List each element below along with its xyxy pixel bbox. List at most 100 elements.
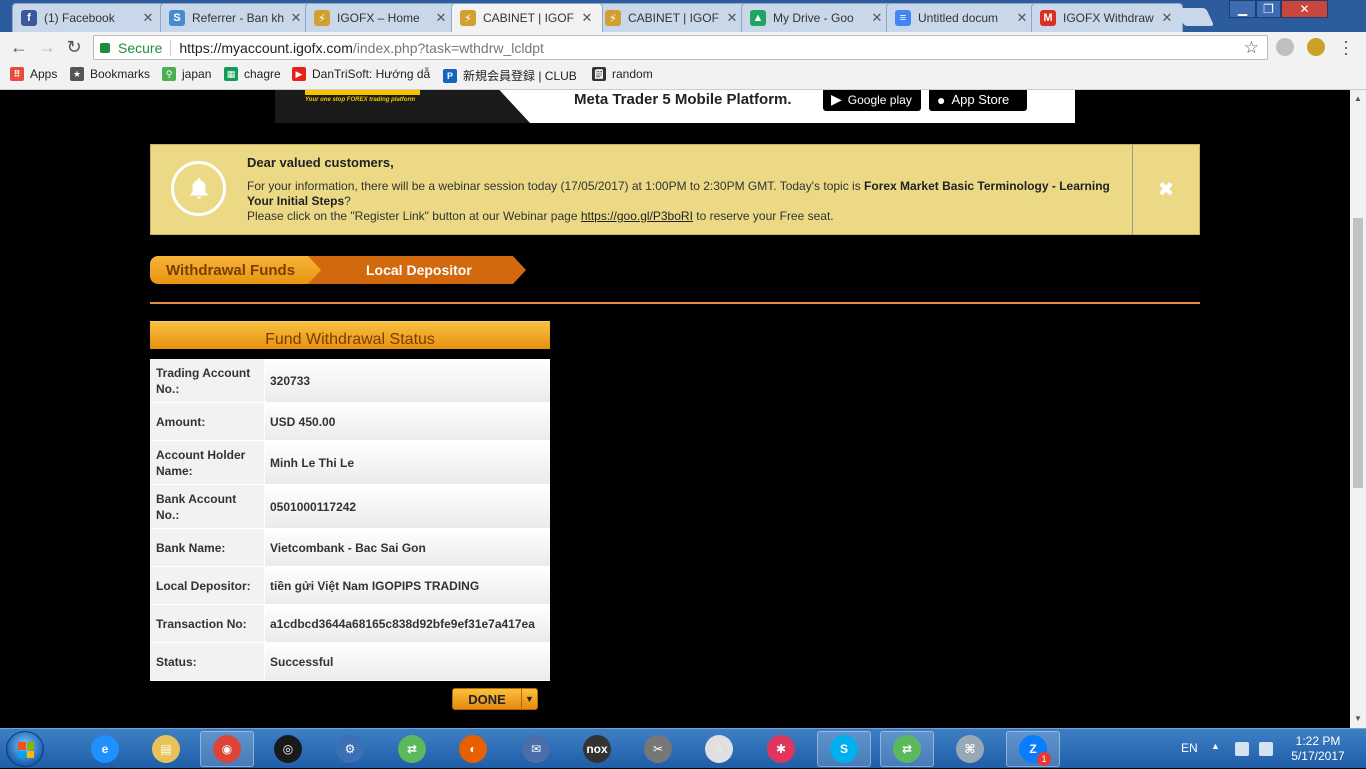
browser-tab[interactable]: ▲ My Drive - Goo ✕ (741, 3, 893, 32)
bookmark-label: chagre (244, 67, 281, 81)
breadcrumb-withdrawal-funds[interactable]: Withdrawal Funds (150, 256, 330, 284)
url-path: /index.php?task=wthdrw_lcldpt (352, 39, 544, 56)
taskbar-app[interactable]: ◐ (446, 731, 500, 767)
volume-icon[interactable] (1259, 742, 1273, 756)
taskbar-app[interactable]: ◉ (200, 731, 254, 767)
bookmark-item[interactable]: ▦ chagre (224, 67, 281, 81)
taskbar-app[interactable]: S (817, 731, 871, 767)
banner-platform-text: Meta Trader 5 Mobile Platform. (574, 91, 792, 108)
random-icon: 🗒 (592, 67, 606, 81)
clock[interactable]: 1:22 PM 5/17/2017 (1282, 734, 1354, 764)
taskbar-app[interactable]: ⇄ (880, 731, 934, 767)
taskbar-app[interactable]: Z1 (1006, 731, 1060, 767)
status-row-value: a1cdbcd3644a68165c838d92bfe9ef31e7a417ea (265, 605, 550, 642)
bookmark-item[interactable]: P 新規会員登録 | CLUB (443, 67, 577, 84)
close-tab-icon[interactable]: ✕ (1015, 10, 1029, 26)
bookmark-label: Apps (30, 67, 58, 81)
teamviewer-running-icon: ⇄ (893, 735, 921, 763)
browser-tab[interactable]: M IGOFX Withdraw ✕ (1031, 3, 1183, 32)
browser-tab[interactable]: ⚡ CABINET | IGOF ✕ (596, 3, 748, 32)
tab-title: CABINET | IGOF (483, 11, 574, 25)
bookmark-label: 新規会員登録 | CLUB (463, 69, 577, 83)
close-tab-icon[interactable]: ✕ (289, 10, 303, 26)
page-scrollbar[interactable]: ▲ ▼ (1350, 90, 1366, 728)
bookmark-item[interactable]: ▶ DanTriSoft: Hướng dẫ (292, 67, 430, 81)
browser-menu-icon[interactable]: · · · (1343, 32, 1349, 62)
taskbar-app[interactable]: ◌ (692, 731, 746, 767)
status-row: Status: Successful (150, 643, 550, 681)
google-play-button[interactable]: ▶ Google play (823, 90, 921, 111)
nox-icon: nox (583, 735, 611, 763)
close-tab-icon[interactable]: ✕ (1160, 10, 1174, 26)
close-tab-icon[interactable]: ✕ (725, 10, 739, 26)
taskbar-app[interactable]: ◎ (261, 731, 315, 767)
taskbar-app[interactable]: e (78, 731, 132, 767)
bookmark-item[interactable]: ⚲ japan (162, 67, 211, 81)
status-row-label: Account Holder Name: (150, 441, 265, 484)
back-button[interactable]: ← (8, 36, 30, 58)
taskbar-app[interactable]: ✱ (754, 731, 808, 767)
page-content: Your one stop FOREX trading platform Met… (0, 90, 1350, 728)
taskbar-app[interactable]: ✂ (631, 731, 685, 767)
close-window-button[interactable]: ✕ (1281, 0, 1328, 18)
close-tab-icon[interactable]: ✕ (870, 10, 884, 26)
android-extension-icon[interactable] (1307, 38, 1325, 56)
done-button[interactable]: DONE ▼ (452, 688, 538, 710)
taskbar-app[interactable]: ⚙ (323, 731, 377, 767)
status-row: Account Holder Name: Minh Le Thi Le (150, 441, 550, 485)
bookmark-item[interactable]: ⠿ Apps (10, 67, 57, 81)
reload-button[interactable]: ↻ (63, 36, 85, 58)
skype-extension-icon[interactable] (1276, 38, 1294, 56)
browser-tab[interactable]: ≡ Untitled docum ✕ (886, 3, 1038, 32)
browser-tab[interactable]: ⚡ CABINET | IGOF ✕ (451, 3, 603, 32)
maximize-button[interactable]: ❐ (1256, 0, 1281, 18)
browser-tab[interactable]: S Referrer - Ban kh ✕ (160, 3, 312, 32)
minimize-button[interactable]: ▁ (1229, 0, 1256, 18)
internet-explorer-icon: e (91, 735, 119, 763)
close-tab-icon[interactable]: ✕ (580, 10, 594, 26)
google-drive-icon: ▲ (750, 10, 766, 26)
forward-button[interactable]: → (36, 36, 58, 58)
taskbar-app[interactable]: nox (570, 731, 624, 767)
taskbar-app[interactable]: ▤ (139, 731, 193, 767)
tab-strip: f (1) Facebook ✕ S Referrer - Ban kh ✕ ⚡ IGOFX … (0, 0, 1366, 32)
status-row: Trading Account No.: 320733 (150, 359, 550, 403)
app-store-button[interactable]: ● App Store (929, 90, 1027, 111)
igofx-icon: ⚡ (605, 10, 621, 26)
scroll-up-icon[interactable]: ▲ (1354, 94, 1362, 103)
bug-app-icon: ✱ (767, 735, 795, 763)
taskbar-app[interactable]: ⌘ (943, 731, 997, 767)
status-row: Amount: USD 450.00 (150, 403, 550, 441)
scroll-down-icon[interactable]: ▼ (1354, 714, 1362, 723)
status-row-label: Status: (150, 643, 265, 680)
close-tab-icon[interactable]: ✕ (434, 10, 448, 26)
browser-tab[interactable]: f (1) Facebook ✕ (12, 3, 164, 32)
address-bar[interactable]: Secure https://myaccount.igofx.com /inde… (93, 35, 1268, 60)
taskbar-app[interactable]: ✉ (509, 731, 563, 767)
google-docs-icon: ≡ (895, 10, 911, 26)
network-icon[interactable] (1235, 742, 1249, 756)
scrollbar-thumb[interactable] (1353, 218, 1363, 488)
igofx-icon: ⚡ (314, 10, 330, 26)
close-tab-icon[interactable]: ✕ (141, 10, 155, 26)
bookmark-item[interactable]: ★ Bookmarks (70, 67, 150, 81)
gmail-icon: M (1040, 10, 1056, 26)
status-row: Transaction No: a1cdbcd3644a68165c838d92b… (150, 605, 550, 643)
bookmark-label: japan (182, 67, 212, 81)
status-row-value: 320733 (265, 359, 550, 402)
bookmark-star-icon[interactable]: ☆ (1244, 38, 1259, 58)
parking-icon: P (443, 68, 457, 83)
language-indicator[interactable]: EN (1181, 741, 1198, 755)
webinar-link[interactable]: https://goo.gl/P3boRI (581, 209, 693, 223)
show-hidden-icons[interactable]: ▲ (1211, 741, 1220, 751)
close-notice-icon[interactable]: ✖ (1132, 145, 1199, 234)
windows-logo-icon (18, 742, 34, 758)
notice-title: Dear valued customers, (247, 155, 394, 170)
taskbar-app[interactable]: ⇄ (385, 731, 439, 767)
spreadsheet-icon: ▦ (224, 67, 238, 81)
browser-tab[interactable]: ⚡ IGOFX – Home ✕ (305, 3, 457, 32)
start-button[interactable] (6, 731, 44, 767)
promo-banner[interactable]: Your one stop FOREX trading platform Met… (275, 90, 1075, 123)
bookmark-item[interactable]: 🗒 random (592, 67, 653, 81)
lock-icon (100, 42, 110, 53)
